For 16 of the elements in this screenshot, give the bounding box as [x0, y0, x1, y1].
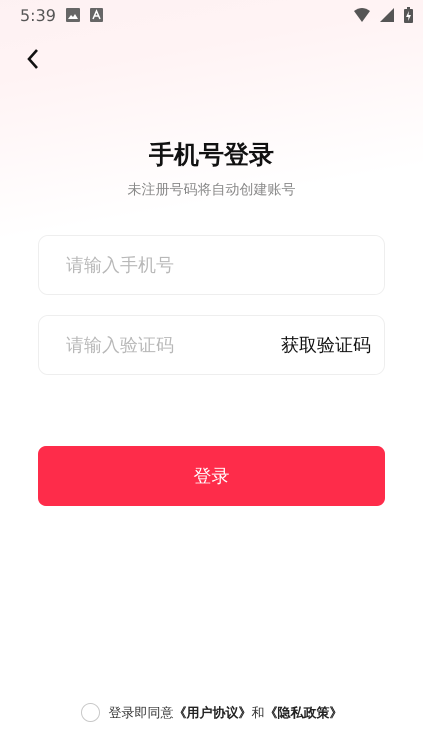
keyboard-letter-icon: [90, 8, 103, 22]
privacy-link[interactable]: 《隐私政策》: [264, 706, 342, 720]
agreement-text: 登录即同意《用户协议》和《隐私政策》: [108, 704, 342, 722]
get-code-button[interactable]: 获取验证码: [281, 333, 371, 357]
battery-icon: [404, 7, 413, 23]
page-title: 手机号登录: [148, 139, 275, 171]
phone-input-field[interactable]: 请输入手机号: [38, 235, 385, 295]
status-time: 5:39: [20, 6, 56, 24]
back-icon[interactable]: [26, 48, 40, 70]
terms-link[interactable]: 《用户协议》: [174, 706, 252, 720]
agree-checkbox[interactable]: [80, 703, 100, 722]
page-subtitle: 未注册号码将自动创建账号: [126, 181, 296, 199]
wifi-icon: [354, 8, 370, 22]
login-button[interactable]: 登录: [38, 446, 385, 506]
image-icon: [66, 8, 80, 22]
signal-icon: [380, 8, 394, 22]
